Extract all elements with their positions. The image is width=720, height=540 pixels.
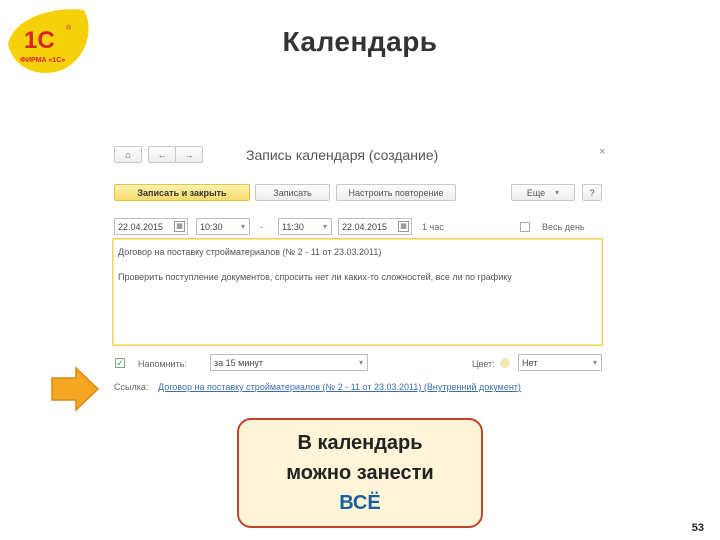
calendar-entry-window: ⌂ ← → Запись календаря (создание) × Запи… xyxy=(110,142,615,402)
chevron-down-icon: ▾ xyxy=(555,188,560,197)
link-label: Ссылка: xyxy=(114,382,149,392)
end-time-value: 11:30 xyxy=(282,221,304,232)
chevron-down-icon[interactable]: ▾ xyxy=(593,358,597,367)
arrow-right-icon xyxy=(50,366,100,412)
reminder-select[interactable]: за 15 минут ▾ xyxy=(210,354,368,371)
end-date-value: 22.04.2015 xyxy=(342,221,388,232)
reminder-label: Напомнить: xyxy=(138,359,187,369)
forward-button[interactable]: → xyxy=(175,146,203,163)
back-button[interactable]: ← xyxy=(148,146,176,163)
logo-sub-text: ФИРМА «1С» xyxy=(20,57,65,64)
document-link[interactable]: Договор на поставку стройматериалов (№ 2… xyxy=(158,382,521,392)
color-label: Цвет: xyxy=(472,359,495,369)
more-button[interactable]: Еще ▾ xyxy=(511,184,575,201)
duration-label: 1 час xyxy=(422,222,444,232)
chevron-down-icon[interactable]: ▾ xyxy=(359,358,363,367)
save-button[interactable]: Записать xyxy=(255,184,330,201)
page-number: 53 xyxy=(691,522,704,534)
description-textarea[interactable]: Договор на поставку стройматериалов (№ 2… xyxy=(112,238,603,346)
reminder-value: за 15 минут xyxy=(214,357,263,368)
start-time-value: 10:30 xyxy=(200,221,223,232)
setup-repeat-button[interactable]: Настроить повторение xyxy=(336,184,456,201)
start-date-field[interactable]: 22.04.2015 ▦ xyxy=(114,218,188,235)
callout-line-2: можно занести xyxy=(286,462,434,484)
arrow-left-icon: ← xyxy=(157,149,167,160)
start-date-value: 22.04.2015 xyxy=(118,221,164,232)
end-date-field[interactable]: 22.04.2015 ▦ xyxy=(338,218,412,235)
callout-line-1: В календарь xyxy=(297,432,423,454)
all-day-label: Весь день xyxy=(542,222,585,232)
color-swatch xyxy=(500,358,510,368)
chevron-down-icon[interactable]: ▾ xyxy=(241,222,245,231)
chevron-down-icon[interactable]: ▾ xyxy=(323,222,327,231)
start-time-field[interactable]: 10:30 ▾ xyxy=(196,218,250,235)
reminder-checkbox[interactable]: ✓ xyxy=(115,358,125,368)
callout-box: В календарь можно занести ВСЁ xyxy=(237,418,483,528)
calendar-icon[interactable]: ▦ xyxy=(174,221,185,232)
calendar-icon[interactable]: ▦ xyxy=(398,221,409,232)
help-button[interactable]: ? xyxy=(582,184,602,201)
window-title: Запись календаря (создание) xyxy=(246,147,439,163)
time-range-dash: - xyxy=(260,222,263,232)
slide-title: Календарь xyxy=(282,26,438,57)
color-value: Нет xyxy=(522,357,538,368)
all-day-checkbox[interactable] xyxy=(520,222,530,232)
description-line-2: Проверить поступление документов, спроси… xyxy=(118,272,512,282)
description-line-1: Договор на поставку стройматериалов (№ 2… xyxy=(118,247,382,257)
color-select[interactable]: Нет ▾ xyxy=(518,354,602,371)
more-button-label: Еще xyxy=(526,187,546,198)
end-time-field[interactable]: 11:30 ▾ xyxy=(278,218,332,235)
callout-highlight: ВСЁ xyxy=(339,492,381,514)
close-icon[interactable]: × xyxy=(599,146,605,158)
home-icon: ⌂ xyxy=(125,149,131,160)
save-and-close-button[interactable]: Записать и закрыть xyxy=(114,184,250,201)
home-button[interactable]: ⌂ xyxy=(114,146,142,163)
arrow-right-icon: → xyxy=(184,149,194,160)
